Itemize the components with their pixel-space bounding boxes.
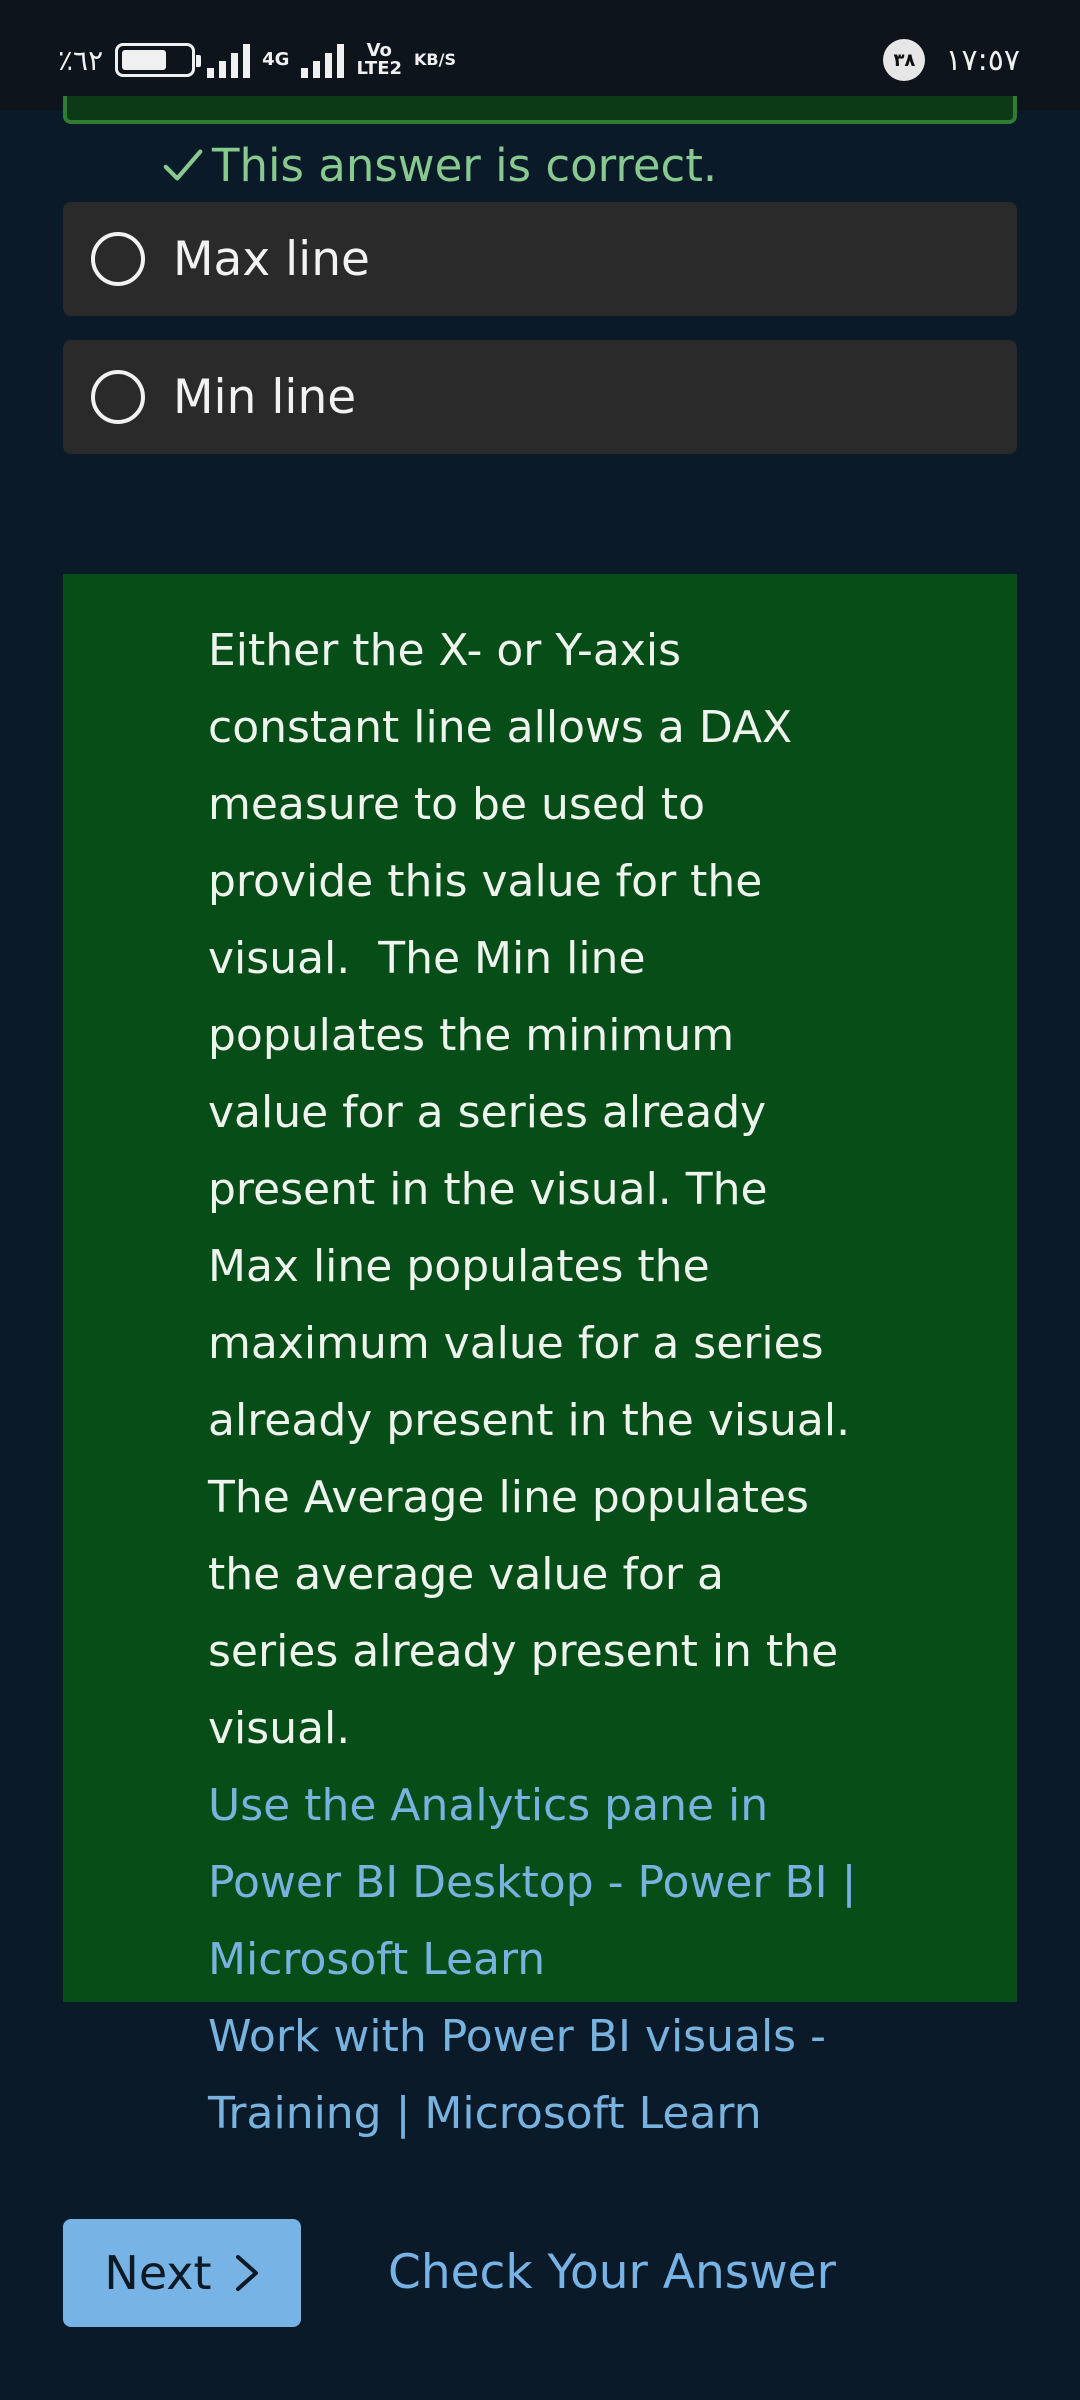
- notification-badge: ٣٨: [883, 39, 926, 81]
- correct-feedback: This answer is correct.: [160, 135, 717, 195]
- option-label: Max line: [173, 231, 370, 287]
- option-max-line[interactable]: Max line: [63, 202, 1017, 316]
- radio-button[interactable]: [91, 232, 145, 286]
- explanation-panel: Either the X- or Y-axis constant line al…: [63, 574, 1017, 2139]
- volte-bottom-label: LTE2: [356, 58, 403, 79]
- learn-link-analytics-pane[interactable]: Use the Analytics pane in Power BI Deskt…: [208, 1767, 867, 1998]
- check-your-answer-link[interactable]: Check Your Answer: [388, 2243, 836, 2303]
- learn-link-training[interactable]: Work with Power BI visuals - Training | …: [208, 1998, 867, 2152]
- clock: ١٧:٥٧: [945, 42, 1020, 78]
- battery-percent: ٪٦٢: [58, 43, 104, 77]
- volte-indicator: Vo LTE2: [356, 42, 402, 78]
- explanation-text: Either the X- or Y-axis constant line al…: [208, 625, 865, 1754]
- battery-icon: [115, 43, 202, 77]
- signal-icon: [207, 42, 251, 78]
- next-button[interactable]: Next: [63, 2219, 301, 2327]
- radio-button[interactable]: [91, 370, 145, 424]
- status-bar: ٪٦٢ 4G Vo LTE2 KB/S ٣٨ ١٧:٥٧: [0, 0, 1080, 110]
- status-left: ٪٦٢ 4G Vo LTE2 KB/S: [58, 40, 456, 80]
- next-label: Next: [104, 2246, 212, 2300]
- signal-2-icon: [301, 42, 345, 78]
- correct-message: This answer is correct.: [212, 138, 718, 192]
- network-4g-label: 4G: [262, 49, 290, 70]
- option-min-line[interactable]: Min line: [63, 340, 1017, 454]
- status-right: ٣٨ ١٧:٥٧: [883, 39, 1020, 81]
- check-icon: [163, 149, 203, 181]
- chevron-right-icon: [235, 2255, 258, 2291]
- option-label: Min line: [173, 369, 357, 425]
- selected-option-edge[interactable]: [63, 96, 1017, 124]
- speed-unit: KB/S: [414, 50, 456, 69]
